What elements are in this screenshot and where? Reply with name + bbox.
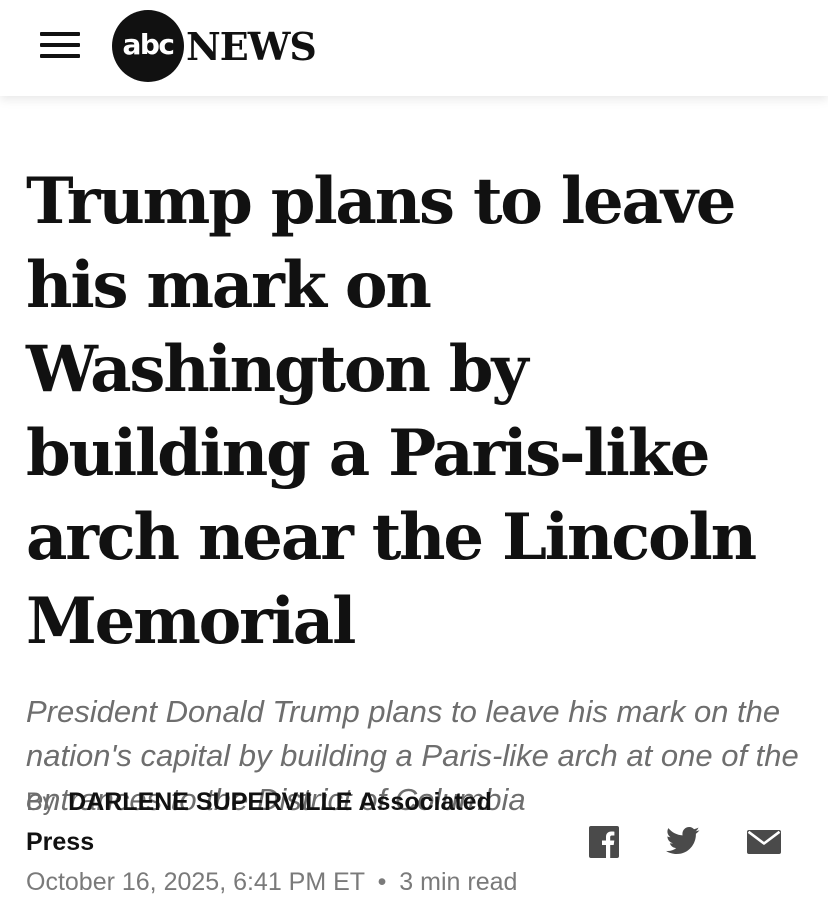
menu-bar <box>40 32 80 36</box>
facebook-icon[interactable] <box>589 826 619 862</box>
hamburger-menu-icon[interactable] <box>40 30 80 60</box>
abc-news-logo[interactable]: abc NEWS <box>112 10 317 82</box>
menu-bar <box>40 43 80 47</box>
twitter-icon[interactable] <box>666 826 700 862</box>
publish-date: October 16, 2025, 6:41 PM ET <box>26 868 365 896</box>
email-icon[interactable] <box>747 826 781 862</box>
article-dateline: October 16, 2025, 6:41 PM ET • 3 min rea… <box>26 864 566 900</box>
article-headline: Trump plans to leave his mark on Washing… <box>26 164 757 659</box>
byline-by-label: By <box>26 788 56 816</box>
byline-author[interactable]: DARLENE SUPERVILLE Associated Press <box>26 788 492 856</box>
abc-logo-circle: abc <box>112 10 184 82</box>
byline-line: By DARLENE SUPERVILLE Associated Press <box>26 782 566 862</box>
article-byline: By DARLENE SUPERVILLE Associated Press O… <box>26 782 566 900</box>
article-content: Trump plans to leave his mark on Washing… <box>26 160 806 822</box>
logo-abc-text: abc <box>122 27 175 61</box>
site-header: abc NEWS <box>0 0 828 96</box>
logo-news-text: NEWS <box>186 23 317 69</box>
dateline-separator: • <box>377 868 387 896</box>
menu-bar <box>40 54 80 58</box>
read-time: 3 min read <box>399 868 518 896</box>
